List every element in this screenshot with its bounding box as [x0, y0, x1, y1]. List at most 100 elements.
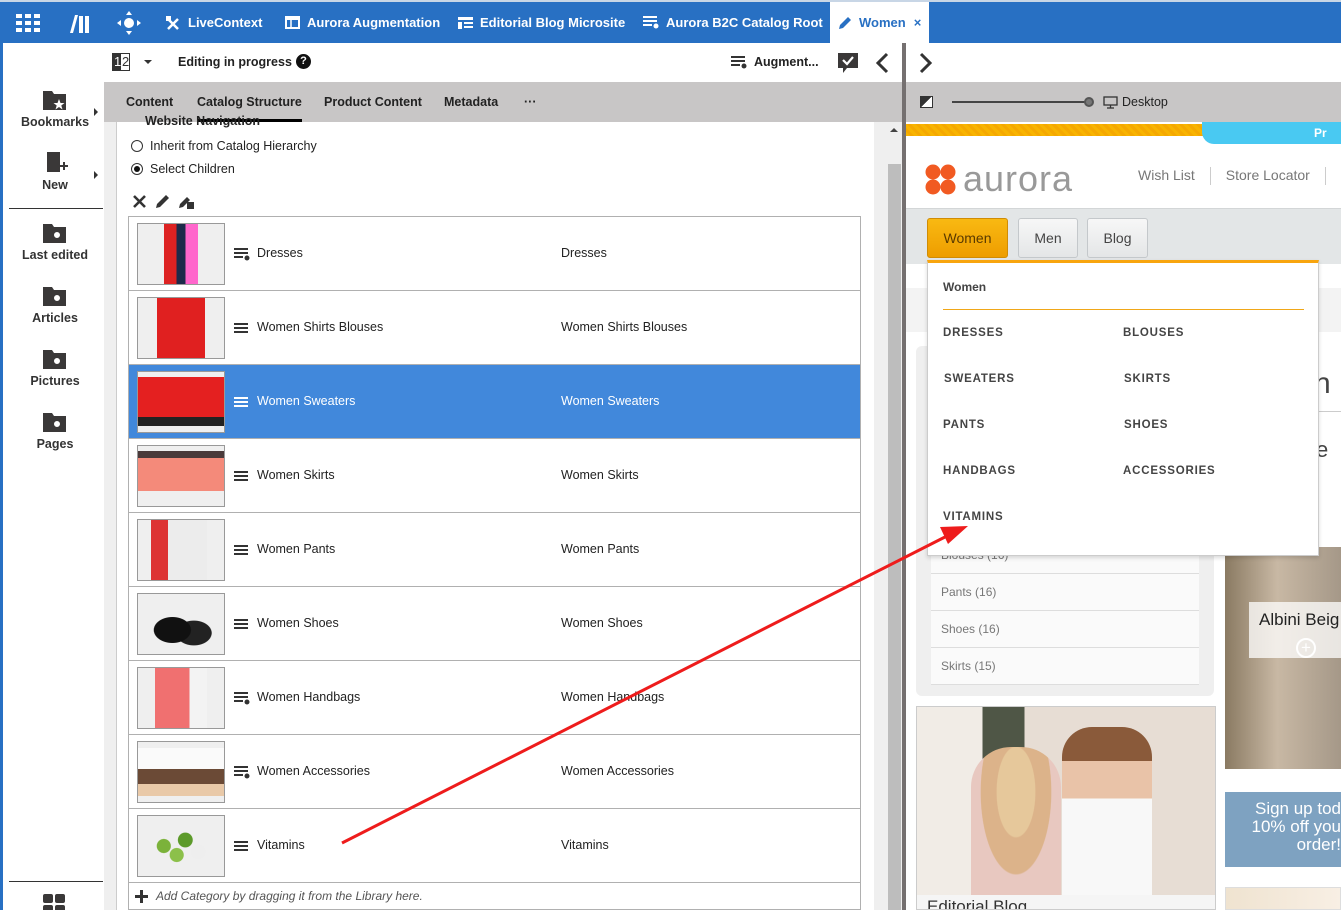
mega-menu-item[interactable]: PANTS [943, 419, 985, 431]
radio-button[interactable] [131, 163, 143, 175]
teaser-image[interactable] [1225, 887, 1341, 910]
product-image[interactable] [1225, 547, 1341, 769]
store-locator-link[interactable]: Store Locator [1226, 167, 1310, 185]
widgets-icon[interactable] [43, 894, 65, 913]
mega-menu-item[interactable]: ACCESSORIES [1123, 465, 1216, 477]
augmented-category-icon [234, 692, 250, 705]
category-row[interactable]: Women Handbags Women Handbags [129, 661, 860, 735]
mega-menu-title[interactable]: Women [943, 280, 986, 294]
category-display-name: Women Shirts Blouses [561, 320, 688, 334]
chevron-down-icon [144, 60, 153, 64]
promo-banner[interactable]: Pr [1202, 122, 1341, 144]
library-icon[interactable] [66, 2, 92, 43]
mega-menu-item[interactable]: SHOES [1124, 419, 1168, 431]
device-slider-handle[interactable] [1084, 97, 1094, 107]
sidebar-item-new[interactable]: New [6, 151, 104, 192]
category-row[interactable]: Women Pants Women Pants [129, 513, 860, 587]
edit-pencil-icon[interactable] [155, 194, 170, 212]
scroll-up-arrow-icon[interactable] [890, 128, 898, 132]
category-icon [234, 471, 248, 481]
mega-menu-item[interactable]: HANDBAGS [943, 465, 1016, 477]
preview-size-icon[interactable] [920, 96, 933, 108]
wish-list-link[interactable]: Wish List [1138, 167, 1195, 185]
category-name: Women Shirts Blouses [257, 320, 384, 334]
category-row[interactable]: Women Sweaters Women Sweaters [129, 365, 860, 439]
help-icon[interactable]: ? [296, 54, 311, 69]
category-row[interactable]: Women Accessories Women Accessories [129, 735, 860, 809]
category-thumbnail [137, 445, 225, 507]
remove-icon[interactable] [132, 194, 147, 212]
submenu-arrow-icon[interactable] [94, 171, 98, 179]
submenu-arrow-icon[interactable] [94, 108, 98, 116]
mega-menu-item[interactable]: DRESSES [943, 327, 1004, 339]
preview-toolbar: Desktop [906, 82, 1341, 122]
category-row[interactable]: Women Skirts Women Skirts [129, 439, 860, 513]
category-row[interactable]: Dresses Dresses [129, 217, 860, 291]
tab-aurora-augmentation[interactable]: Aurora Augmentation [285, 2, 440, 43]
sidebar-item-articles[interactable]: Articles [6, 284, 104, 325]
site-icon [458, 16, 473, 29]
edit-in-place-icon[interactable] [178, 194, 194, 212]
more-tabs-button[interactable]: ··· [524, 82, 537, 122]
close-tab-icon[interactable]: × [914, 15, 922, 30]
tab-livecontext[interactable]: LiveContext [166, 2, 262, 43]
sidebar-item-bookmarks[interactable]: Bookmarks [6, 88, 104, 129]
locale-selector[interactable]: 12 12 [112, 53, 153, 71]
mega-menu-item[interactable]: BLOUSES [1123, 327, 1184, 339]
sidebar-item-last-edited[interactable]: Last edited [6, 221, 104, 262]
tab-metadata[interactable]: Metadata [444, 82, 498, 122]
nav-men[interactable]: Men [1018, 218, 1078, 258]
editing-status: Editing in progress [178, 55, 292, 69]
blog-teaser-image[interactable]: Editorial Blog [916, 706, 1216, 910]
tab-product-content[interactable]: Product Content [324, 82, 422, 122]
search-folder-icon [43, 224, 66, 243]
facet-item[interactable]: Shoes (16) [931, 611, 1199, 648]
add-category-dropzone[interactable]: Add Category by dragging it from the Lib… [129, 883, 860, 909]
move-navigation-icon[interactable] [116, 2, 142, 43]
category-icon [234, 841, 248, 851]
tab-women[interactable]: Women × [830, 2, 930, 43]
category-icon [234, 323, 248, 333]
add-icon[interactable]: + [1296, 638, 1316, 658]
augmented-category-icon [234, 248, 250, 261]
scrollbar-thumb[interactable] [888, 164, 901, 910]
list-toolbar [132, 194, 194, 212]
mega-menu-item[interactable]: SWEATERS [944, 373, 1015, 385]
monitor-icon [1103, 95, 1118, 109]
category-list: Dresses Dresses Women Shirts Blouses Women … [128, 216, 861, 910]
radio-select-children[interactable]: Select Children [131, 162, 235, 176]
collapse-left-icon[interactable] [875, 52, 889, 77]
category-name: Women Shoes [257, 616, 339, 630]
apps-grid-icon[interactable] [14, 2, 42, 43]
approve-comment-icon[interactable] [837, 52, 859, 77]
augment-button[interactable]: Augment... [731, 55, 819, 69]
product-teaser-box[interactable]: Albini Beig + [1249, 602, 1341, 658]
search-folder-icon [43, 287, 66, 306]
sidebar-item-pictures[interactable]: Pictures [6, 347, 104, 388]
category-row[interactable]: Vitamins Vitamins [129, 809, 860, 883]
section-title: Website Navigation [145, 114, 261, 128]
sidebar-item-pages[interactable]: Pages [6, 410, 104, 451]
facet-item[interactable]: Pants (16) [931, 574, 1199, 611]
radio-button[interactable] [131, 140, 143, 152]
category-row[interactable]: Women Shirts Blouses Women Shirts Blouses [129, 291, 860, 365]
mega-menu-item[interactable]: VITAMINS [943, 511, 1004, 523]
tab-editorial-blog-microsite[interactable]: Editorial Blog Microsite [458, 2, 625, 43]
page-grid-icon [285, 16, 300, 29]
mega-menu-item[interactable]: SKIRTS [1124, 373, 1171, 385]
new-document-icon [47, 152, 68, 172]
category-name: Women Sweaters [257, 394, 356, 408]
expand-right-icon[interactable] [919, 52, 933, 77]
aurora-logo-icon [925, 164, 956, 194]
brand-logo[interactable]: aurora [924, 158, 1073, 200]
search-folder-icon [43, 350, 66, 369]
device-slider[interactable] [952, 101, 1088, 103]
category-row[interactable]: Women Shoes Women Shoes [129, 587, 860, 661]
category-name: Women Handbags [257, 690, 361, 704]
facet-item[interactable]: Skirts (15) [931, 648, 1199, 685]
radio-inherit-catalog-hierarchy[interactable]: Inherit from Catalog Hierarchy [131, 139, 317, 153]
tab-aurora-b2c-catalog-root[interactable]: Aurora B2C Catalog Root [643, 2, 823, 43]
signup-banner[interactable]: Sign up tod 10% off you order! [1225, 792, 1341, 867]
nav-women[interactable]: Women [927, 218, 1008, 258]
nav-blog[interactable]: Blog [1087, 218, 1148, 258]
